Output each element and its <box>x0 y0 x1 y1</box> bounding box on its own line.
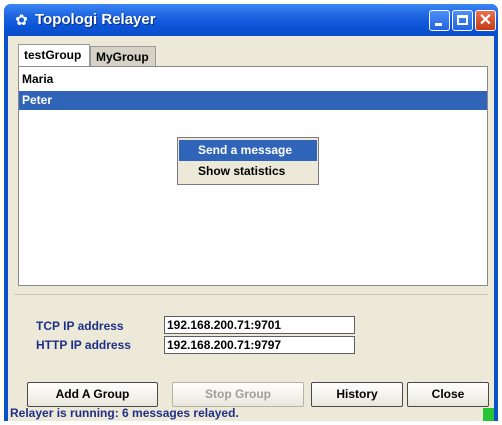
maximize-icon <box>457 15 468 25</box>
list-item[interactable]: Peter <box>19 91 487 110</box>
context-menu: Send a message Show statistics <box>177 137 319 185</box>
http-address-label: HTTP IP address <box>36 338 131 352</box>
address-panel: TCP IP address HTTP IP address <box>14 294 488 375</box>
close-button[interactable]: Close <box>407 382 489 407</box>
tab-testgroup[interactable]: testGroup <box>18 44 90 66</box>
app-window: ✿ Topologi Relayer ✕ testGroup MyGroup M… <box>4 4 498 421</box>
maximize-button[interactable] <box>452 10 473 31</box>
menu-item-show-statistics[interactable]: Show statistics <box>179 161 317 182</box>
title-bar[interactable]: ✿ Topologi Relayer ✕ <box>4 4 498 36</box>
status-indicator <box>483 408 494 421</box>
list-item[interactable]: Maria <box>19 70 487 89</box>
close-icon: ✕ <box>478 12 493 29</box>
window-title: Topologi Relayer <box>35 11 156 28</box>
app-icon: ✿ <box>15 12 28 29</box>
member-list[interactable]: Maria Peter Send a message Show statisti… <box>18 66 488 286</box>
minimize-button[interactable] <box>429 10 450 31</box>
window-content: testGroup MyGroup Maria Peter Send a mes… <box>8 36 494 421</box>
minimize-icon <box>435 23 442 26</box>
close-window-button[interactable]: ✕ <box>475 10 496 31</box>
history-button[interactable]: History <box>311 382 403 407</box>
http-address-field[interactable] <box>164 336 355 354</box>
tcp-address-label: TCP IP address <box>36 319 124 333</box>
menu-item-send-message[interactable]: Send a message <box>179 140 317 161</box>
status-bar: Relayer is running: 6 messages relayed. <box>10 406 239 420</box>
tcp-address-field[interactable] <box>164 316 355 334</box>
stop-group-button[interactable]: Stop Group <box>172 382 304 407</box>
add-group-button[interactable]: Add A Group <box>27 382 158 407</box>
tab-mygroup[interactable]: MyGroup <box>90 46 156 66</box>
